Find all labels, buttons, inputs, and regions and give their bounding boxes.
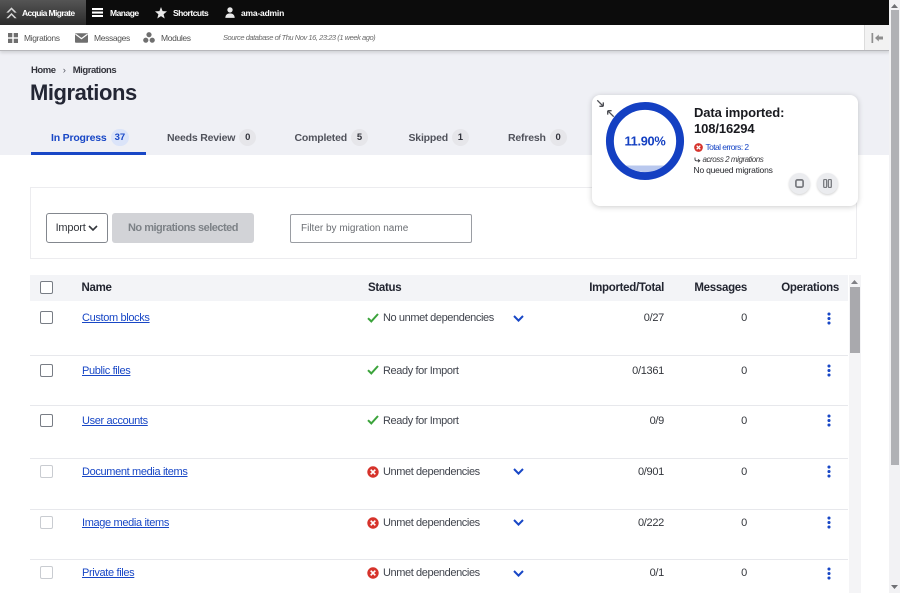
- svg-text:11.90%: 11.90%: [625, 133, 667, 148]
